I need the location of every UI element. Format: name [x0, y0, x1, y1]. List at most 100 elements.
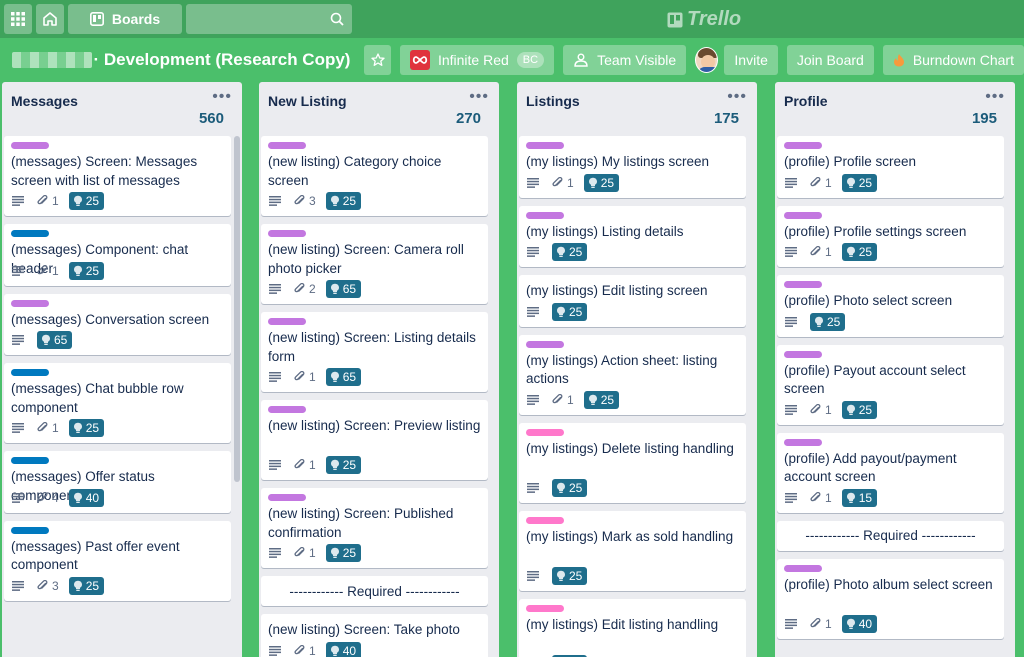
- card[interactable]: (messages) Offer status component 4 40: [4, 451, 231, 513]
- card-label[interactable]: [11, 369, 49, 376]
- burndown-chart-button[interactable]: Burndown Chart: [882, 45, 1024, 75]
- list-scrollbar[interactable]: [234, 136, 240, 482]
- points-value: 25: [569, 304, 583, 319]
- card-label[interactable]: [784, 350, 822, 358]
- join-board-button[interactable]: Join Board: [786, 45, 874, 75]
- list-title[interactable]: Messages: [11, 93, 78, 109]
- points-badge: 25: [552, 478, 588, 497]
- card-badges: 1 25: [269, 544, 362, 562]
- card[interactable]: (messages) Screen: Messages screen with …: [4, 136, 231, 216]
- member-avatar[interactable]: [695, 47, 719, 73]
- attachment-icon: [294, 283, 309, 295]
- points-value: 25: [600, 392, 615, 407]
- lightbulb-icon: [846, 177, 859, 189]
- card-label[interactable]: [784, 438, 822, 446]
- trello-logo[interactable]: Trello: [667, 8, 741, 31]
- attachment-icon: [37, 195, 52, 207]
- card-label[interactable]: [11, 526, 49, 534]
- logo-text: Trello: [687, 8, 742, 30]
- card-label[interactable]: [526, 340, 564, 348]
- apps-button[interactable]: [4, 4, 32, 34]
- card-label[interactable]: [526, 142, 564, 149]
- list-points-total: 270: [455, 110, 481, 127]
- card-label[interactable]: [784, 564, 822, 572]
- card[interactable]: (my listings) Edit listing handling25: [519, 598, 746, 657]
- card-label[interactable]: [268, 494, 306, 501]
- points-badge: 25: [583, 173, 620, 192]
- card-badges: 65: [12, 331, 73, 349]
- card[interactable]: (new listing) Screen: Camera roll photo …: [261, 224, 488, 304]
- visibility-button[interactable]: Team Visible: [563, 45, 687, 75]
- card[interactable]: (new listing) Screen: Preview listing 1 25: [261, 400, 488, 480]
- list-menu-icon[interactable]: •••: [212, 88, 232, 106]
- card-label[interactable]: [526, 604, 564, 612]
- list-header: New Listing ••• 270: [259, 82, 499, 134]
- card-title: (messages) Chat bubble row component: [11, 381, 184, 415]
- card[interactable]: (my listings) Mark as sold handling 25: [519, 510, 746, 591]
- card[interactable]: (new listing) Screen: Take photo 1 40: [261, 614, 488, 657]
- list-menu-icon[interactable]: •••: [727, 88, 747, 106]
- card[interactable]: (messages) Conversation screen 65: [4, 293, 231, 355]
- card-label[interactable]: [11, 142, 49, 149]
- attachment-badge: 1: [810, 617, 832, 631]
- points-badge: 25: [841, 400, 878, 419]
- team-button[interactable]: Infinite Red BC: [399, 45, 555, 75]
- card[interactable]: (messages) Component: chat header 1 25: [4, 224, 231, 286]
- list-title[interactable]: Listings: [526, 93, 580, 109]
- card[interactable]: (new listing) Screen: Published confirma…: [261, 488, 488, 568]
- card[interactable]: (my listings) My listings screen 1 25: [519, 136, 746, 198]
- card[interactable]: (new listing) Screen: Listing details fo…: [261, 312, 488, 392]
- card-label[interactable]: [526, 516, 564, 524]
- card-label[interactable]: [526, 211, 564, 219]
- points-value: 25: [85, 194, 100, 208]
- description-icon: [527, 177, 542, 188]
- card[interactable]: (messages) Past offer event component 3 25: [4, 520, 231, 601]
- points-badge: 25: [810, 312, 846, 331]
- star-button[interactable]: [364, 45, 391, 75]
- card[interactable]: (my listings) Listing details 25: [519, 205, 746, 267]
- card[interactable]: (my listings) Edit listing screen 25: [519, 275, 746, 327]
- card-label[interactable]: [11, 299, 49, 307]
- list-title[interactable]: Profile: [784, 93, 828, 109]
- attachment-count: 1: [309, 370, 316, 384]
- lightbulb-icon: [588, 177, 601, 189]
- card-label[interactable]: [268, 142, 306, 149]
- card[interactable]: (profile) Add payout/payment account scr…: [777, 432, 1004, 513]
- board-title[interactable]: · Development (Research Copy): [94, 50, 351, 70]
- description-icon: [12, 580, 27, 591]
- search-input[interactable]: [186, 4, 352, 34]
- boards-button[interactable]: Boards: [68, 4, 182, 34]
- card[interactable]: (my listings) Action sheet: listing acti…: [519, 334, 746, 415]
- card[interactable]: (new listing) Category choice screen 3 25: [261, 136, 488, 216]
- card-label[interactable]: [526, 428, 564, 436]
- card-label[interactable]: [11, 230, 49, 237]
- card-title: (new listing) Screen: Published confirma…: [268, 506, 454, 540]
- card[interactable]: (profile) Profile screen 1 25: [777, 136, 1004, 198]
- list-menu-icon[interactable]: •••: [985, 88, 1005, 106]
- card-label[interactable]: [784, 281, 822, 288]
- card[interactable]: (messages) Chat bubble row component 1 25: [4, 363, 231, 443]
- card-label[interactable]: [268, 230, 306, 237]
- attachment-icon: [37, 579, 52, 592]
- separator-card[interactable]: ------------ Required ------------: [777, 520, 1004, 551]
- card[interactable]: (profile) Photo album select screen 1 40: [777, 558, 1004, 639]
- card[interactable]: (profile) Payout account select screen 1 2…: [777, 344, 1004, 425]
- description-icon: [12, 423, 27, 433]
- invite-button[interactable]: Invite: [724, 45, 778, 75]
- points-badge: 65: [325, 280, 362, 298]
- list-menu-icon[interactable]: •••: [469, 88, 489, 106]
- card-label[interactable]: [784, 211, 822, 219]
- card[interactable]: (my listings) Delete listing handling 25: [519, 422, 746, 503]
- card-label[interactable]: [268, 406, 306, 413]
- lightbulb-icon: [846, 618, 859, 630]
- list-title[interactable]: New Listing: [268, 93, 347, 109]
- points-value: 25: [858, 402, 873, 417]
- card-label[interactable]: [11, 457, 49, 464]
- card-label[interactable]: [268, 318, 306, 325]
- card[interactable]: (profile) Photo select screen 25: [777, 275, 1004, 337]
- card-label[interactable]: [784, 142, 822, 149]
- separator-card[interactable]: ------------ Required ------------: [261, 576, 488, 606]
- boards-label: Boards: [111, 11, 161, 27]
- card[interactable]: (profile) Profile settings screen 1 25: [777, 205, 1004, 267]
- home-button[interactable]: [36, 4, 64, 34]
